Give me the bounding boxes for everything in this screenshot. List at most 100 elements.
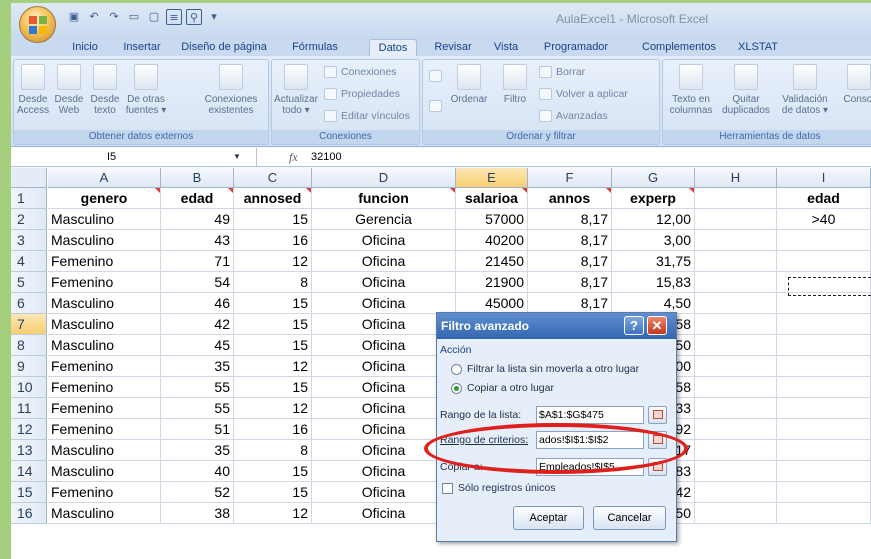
table-cell[interactable]: Masculino — [48, 314, 161, 335]
tab-datos[interactable]: Datos — [369, 39, 417, 56]
table-cell[interactable] — [695, 440, 777, 461]
row-header-12[interactable]: 12 — [11, 419, 47, 440]
table-cell[interactable] — [695, 503, 777, 524]
table-cell[interactable]: Oficina — [312, 503, 456, 524]
table-cell[interactable]: 8,17 — [528, 251, 612, 272]
quitar-duplicados-button[interactable]: Quitar duplicados — [719, 64, 773, 116]
table-cell[interactable]: Gerencia — [312, 209, 456, 230]
table-cell[interactable]: 38 — [161, 503, 234, 524]
table-cell[interactable] — [777, 335, 871, 356]
table-cell[interactable]: 8,17 — [528, 272, 612, 293]
header-cell[interactable]: edad — [777, 188, 871, 209]
formula-input[interactable]: 32100 — [311, 148, 342, 166]
table-cell[interactable] — [695, 398, 777, 419]
actualizar-todo-button[interactable]: Actualizar todo ▾ — [274, 64, 318, 116]
aceptar-button[interactable]: Aceptar — [513, 506, 584, 530]
table-cell[interactable]: 8,17 — [528, 293, 612, 314]
tab-programador[interactable]: Programador — [536, 39, 616, 56]
undo-icon[interactable]: ↶ — [86, 9, 102, 25]
name-box[interactable]: I5 — [11, 148, 257, 167]
table-cell[interactable]: 8,17 — [528, 230, 612, 251]
table-cell[interactable] — [777, 356, 871, 377]
editar-vinculos-button[interactable]: Editar vínculos — [324, 110, 410, 122]
header-cell[interactable]: salarioa — [456, 188, 528, 209]
row-header-14[interactable]: 14 — [11, 461, 47, 482]
header-cell[interactable] — [695, 188, 777, 209]
table-cell[interactable]: Oficina — [312, 461, 456, 482]
row-header-11[interactable]: 11 — [11, 398, 47, 419]
row-header-9[interactable]: 9 — [11, 356, 47, 377]
table-cell[interactable]: Masculino — [48, 440, 161, 461]
row-header-6[interactable]: 6 — [11, 293, 47, 314]
table-cell[interactable] — [695, 272, 777, 293]
row-header-10[interactable]: 10 — [11, 377, 47, 398]
header-cell[interactable]: experp — [612, 188, 695, 209]
tab-insertar[interactable]: Insertar — [115, 39, 169, 56]
conexiones-button[interactable]: Conexiones — [324, 66, 396, 78]
tab-complementos[interactable]: Complementos — [631, 39, 727, 56]
table-cell[interactable]: 35 — [161, 440, 234, 461]
table-cell[interactable]: 15 — [234, 461, 312, 482]
table-cell[interactable]: 54 — [161, 272, 234, 293]
desde-web-button[interactable]: Desde Web — [52, 64, 86, 116]
table-cell[interactable]: 15 — [234, 335, 312, 356]
office-button[interactable] — [19, 6, 56, 43]
table-cell[interactable] — [777, 398, 871, 419]
column-header-i[interactable]: I — [777, 168, 871, 188]
table-cell[interactable]: 15,83 — [612, 272, 695, 293]
function-icon[interactable]: fx — [289, 148, 298, 166]
table-cell[interactable] — [695, 461, 777, 482]
table-cell[interactable] — [777, 251, 871, 272]
table-cell[interactable]: Oficina — [312, 230, 456, 251]
table-cell[interactable]: Oficina — [312, 377, 456, 398]
table-cell[interactable] — [695, 209, 777, 230]
table-cell[interactable]: 12 — [234, 251, 312, 272]
table-cell[interactable] — [695, 293, 777, 314]
table-cell[interactable] — [695, 419, 777, 440]
row-header-8[interactable]: 8 — [11, 335, 47, 356]
column-header-e[interactable]: E — [456, 168, 528, 188]
table-cell[interactable]: Femenino — [48, 398, 161, 419]
tab-formulas[interactable]: Fórmulas — [285, 39, 345, 56]
sort-za-button[interactable] — [429, 100, 442, 112]
column-header-g[interactable]: G — [612, 168, 695, 188]
row-header-5[interactable]: 5 — [11, 272, 47, 293]
table-cell[interactable]: Masculino — [48, 335, 161, 356]
table-cell[interactable] — [695, 251, 777, 272]
table-cell[interactable]: 71 — [161, 251, 234, 272]
row-header-16[interactable]: 16 — [11, 503, 47, 524]
table-cell[interactable] — [777, 503, 871, 524]
table-cell[interactable] — [777, 293, 871, 314]
filter-in-place-radio[interactable] — [451, 364, 462, 375]
list-range-picker-button[interactable] — [648, 406, 667, 424]
table-cell[interactable]: >40 — [777, 209, 871, 230]
table-cell[interactable]: 15 — [234, 209, 312, 230]
table-cell[interactable]: 21450 — [456, 251, 528, 272]
table-cell[interactable]: Masculino — [48, 503, 161, 524]
table-cell[interactable]: 15 — [234, 314, 312, 335]
tab-vista[interactable]: Vista — [486, 39, 526, 56]
tab-xlstat[interactable]: XLSTAT — [735, 39, 781, 56]
close-button[interactable]: ✕ — [647, 316, 667, 335]
table-cell[interactable] — [777, 482, 871, 503]
row-header-2[interactable]: 2 — [11, 209, 47, 230]
table-cell[interactable]: 12,00 — [612, 209, 695, 230]
table-cell[interactable] — [695, 356, 777, 377]
avanzadas-button[interactable]: Avanzadas — [539, 110, 608, 122]
header-cell[interactable]: funcion — [312, 188, 456, 209]
column-header-b[interactable]: B — [161, 168, 234, 188]
column-header-f[interactable]: F — [528, 168, 612, 188]
table-cell[interactable]: Oficina — [312, 482, 456, 503]
header-cell[interactable]: genero — [48, 188, 161, 209]
redo-icon[interactable]: ↷ — [106, 9, 122, 25]
validacion-datos-button[interactable]: Validación de datos ▾ — [775, 64, 835, 116]
table-cell[interactable] — [695, 314, 777, 335]
header-cell[interactable]: annos — [528, 188, 612, 209]
table-cell[interactable]: 40200 — [456, 230, 528, 251]
find-icon[interactable]: ⚲ — [186, 9, 202, 25]
volver-aplicar-button[interactable]: Volver a aplicar — [539, 88, 628, 100]
table-cell[interactable]: 45000 — [456, 293, 528, 314]
otras-fuentes-button[interactable]: De otras fuentes ▾ — [124, 64, 168, 116]
table-cell[interactable]: 55 — [161, 377, 234, 398]
name-box-dropdown-icon[interactable]: ▼ — [233, 148, 241, 166]
